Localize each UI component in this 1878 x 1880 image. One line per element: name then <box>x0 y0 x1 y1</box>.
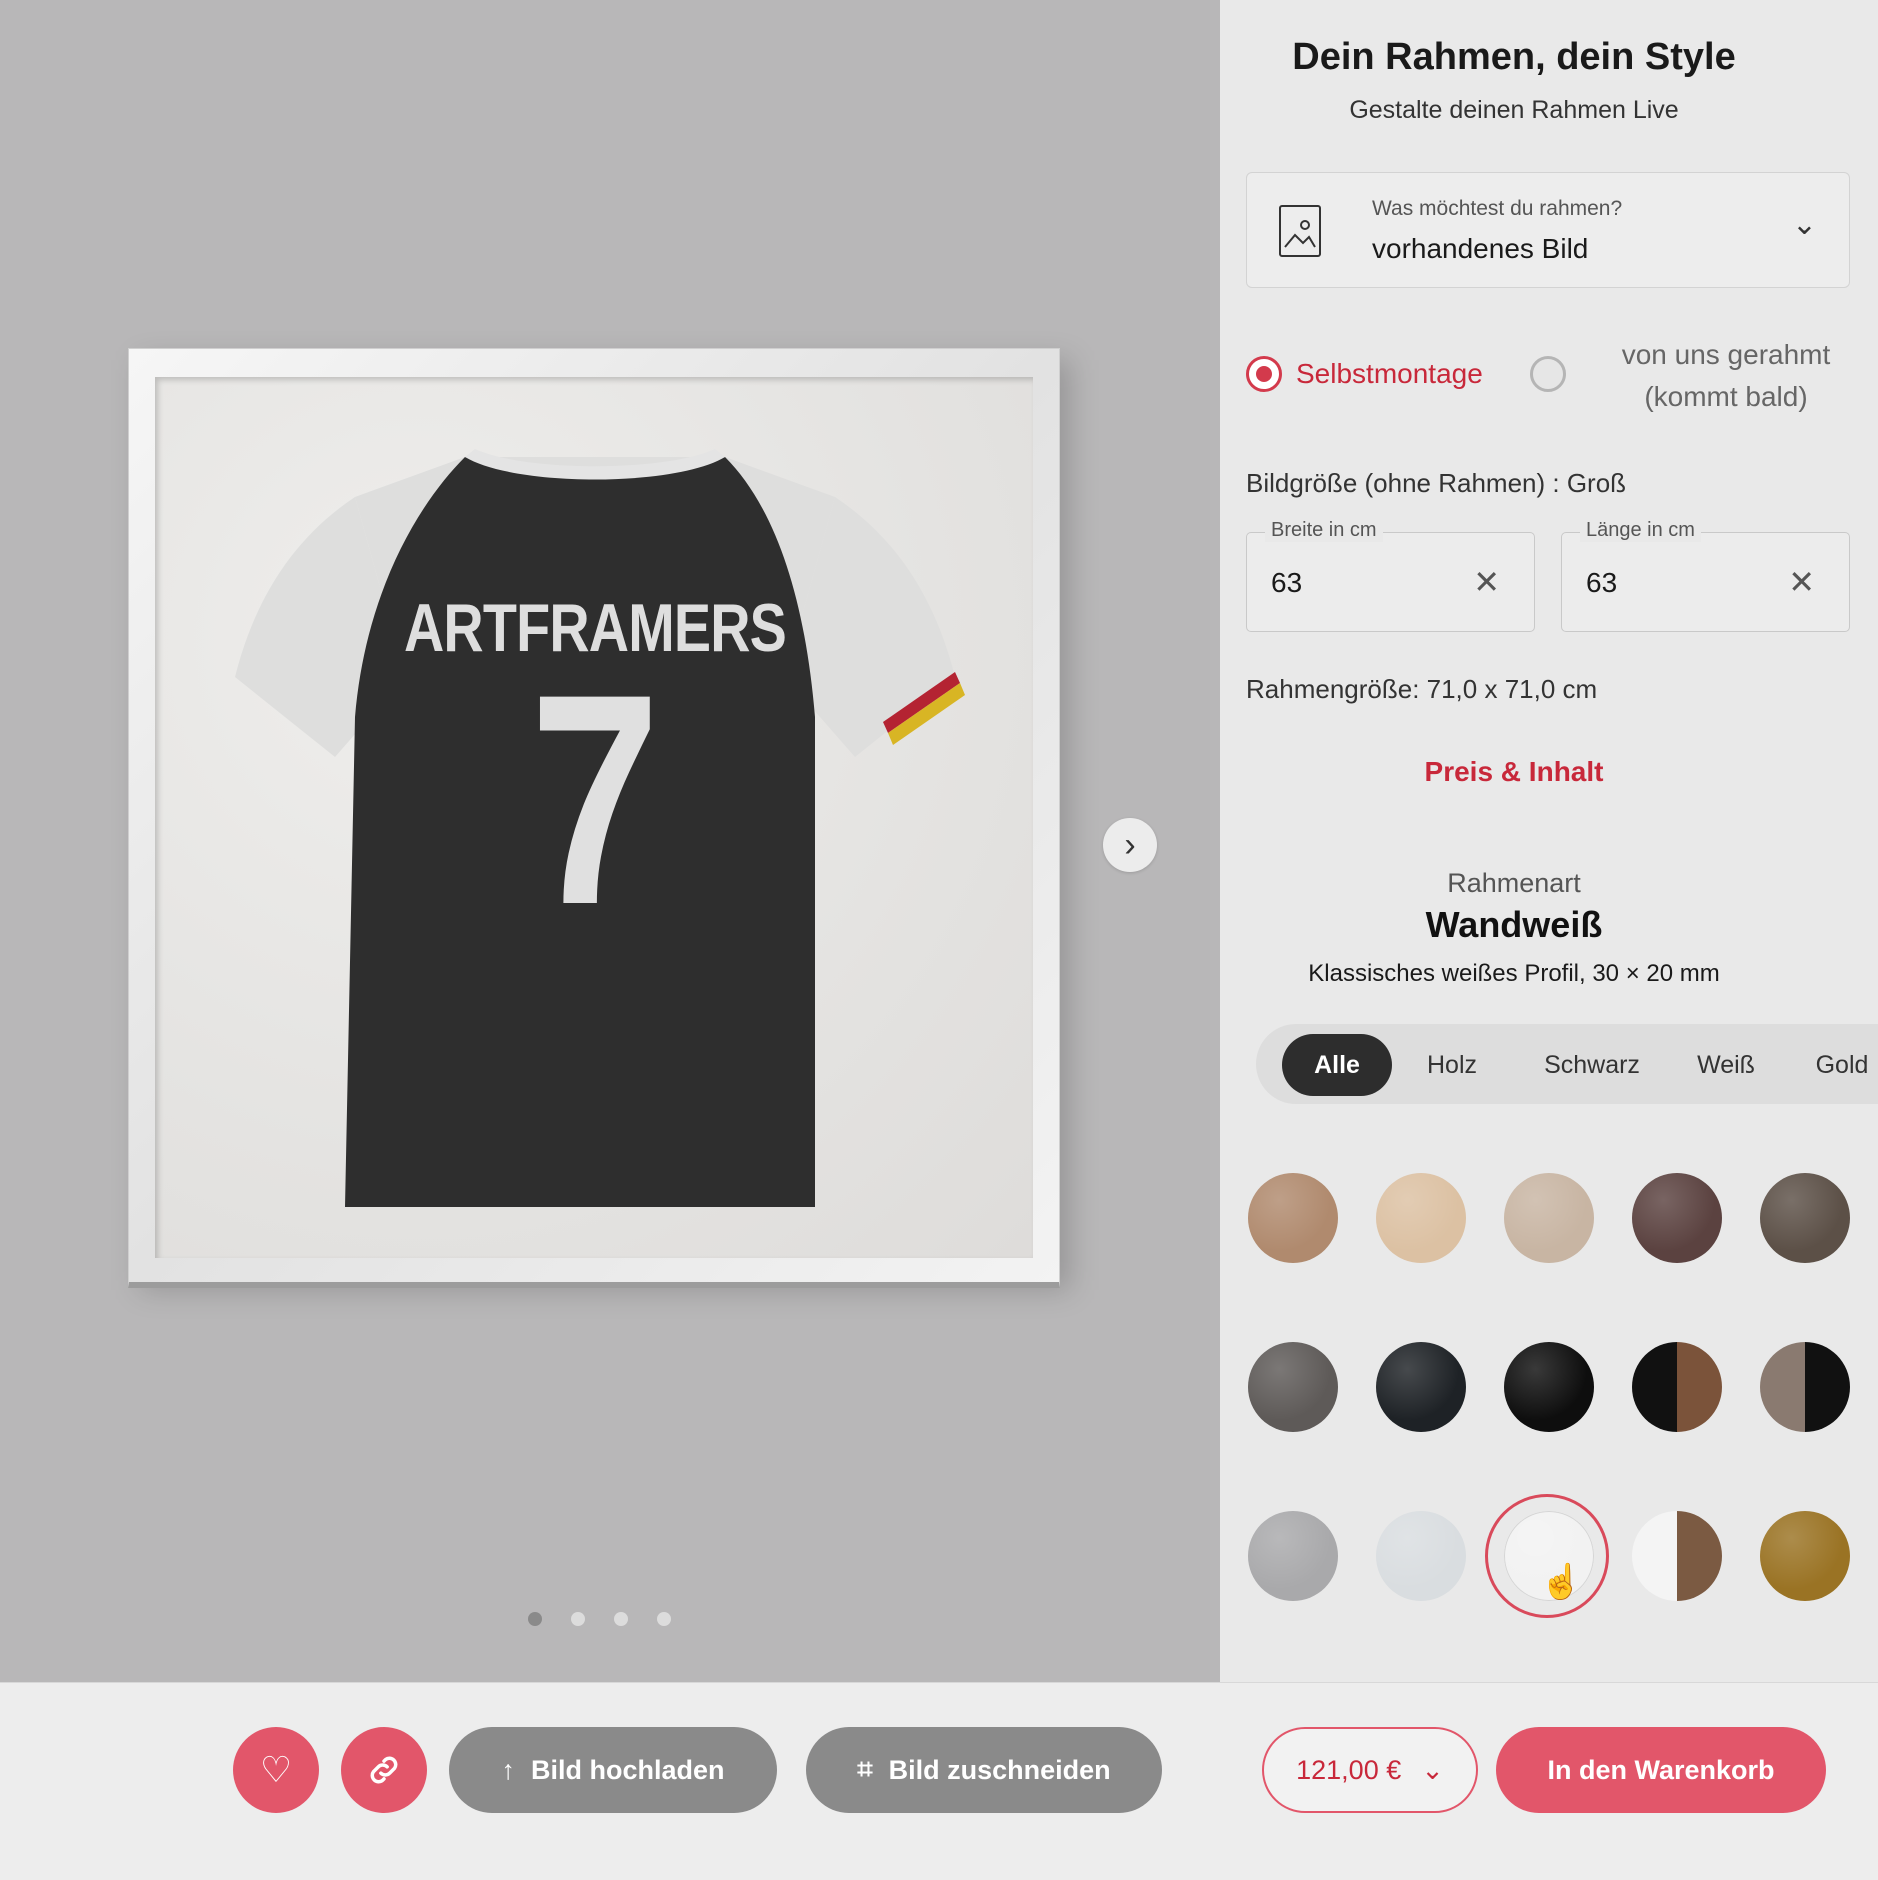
heart-icon: ♡ <box>259 1749 293 1790</box>
next-image-button[interactable]: › <box>1103 818 1157 872</box>
price-dropdown[interactable]: 121,00 € ⌄ <box>1262 1727 1478 1813</box>
frame-color-swatch[interactable] <box>1248 1173 1338 1263</box>
filter-tab-weiss[interactable]: Weiß <box>1678 1034 1774 1096</box>
add-to-cart-button[interactable]: In den Warenkorb <box>1496 1727 1826 1813</box>
filter-tab-alle[interactable]: Alle <box>1282 1034 1392 1096</box>
width-label: Breite in cm <box>1265 519 1383 542</box>
frame-color-swatch[interactable] <box>1632 1173 1722 1263</box>
filter-tab-holz[interactable]: Holz <box>1404 1034 1500 1096</box>
image-size-heading: Bildgröße (ohne Rahmen) : Groß <box>1246 468 1627 498</box>
frame-color-swatch[interactable] <box>1376 1342 1466 1432</box>
frame-color-swatch[interactable] <box>1632 1342 1722 1432</box>
configurator-subtitle: Gestalte deinen Rahmen Live <box>1349 96 1679 124</box>
frame-color-swatch[interactable] <box>1248 1342 1338 1432</box>
frame-color-swatch[interactable] <box>1376 1511 1466 1601</box>
jersey-number-text: 7 <box>529 631 661 967</box>
carousel-dot[interactable] <box>657 1612 671 1626</box>
carousel-dots <box>528 1612 671 1626</box>
length-label: Länge in cm <box>1580 519 1701 542</box>
mounting-self-radio[interactable]: Selbstmontage <box>1246 356 1483 392</box>
frame-style-name: Wandweiß <box>1425 904 1603 945</box>
frame-color-swatch[interactable] <box>1760 1173 1850 1263</box>
frame-color-swatch[interactable] <box>1760 1342 1850 1432</box>
link-icon <box>370 1756 398 1784</box>
frame-style-description: Klassisches weißes Profil, 30 × 20 mm <box>1308 960 1720 987</box>
chevron-down-icon: ⌄ <box>1791 208 1817 241</box>
frame-mat: ARTFRAMERS 7 <box>155 377 1033 1258</box>
frame-type-label: Was möchtest du rahmen? <box>1372 197 1623 220</box>
crop-image-label: Bild zuschneiden <box>888 1754 1111 1785</box>
frame-color-swatch[interactable] <box>1504 1342 1594 1432</box>
length-field[interactable]: Länge in cm 63 ✕ <box>1561 519 1850 632</box>
configurator-title: Dein Rahmen, dein Style <box>1292 36 1736 78</box>
filter-tab-gold[interactable]: Gold <box>1794 1034 1878 1096</box>
clear-icon[interactable]: ✕ <box>1473 563 1500 601</box>
frame-preview: ARTFRAMERS 7 › <box>0 0 1220 1682</box>
carousel-dot[interactable] <box>614 1612 628 1626</box>
length-value[interactable]: 63 <box>1586 567 1617 599</box>
crop-icon: ⌗ <box>857 1754 873 1784</box>
chevron-down-icon: ⌄ <box>1421 1754 1444 1785</box>
radio-circle <box>1530 356 1566 392</box>
arrow-up-icon: ↑ <box>501 1754 515 1785</box>
upload-image-label: Bild hochladen <box>530 1754 725 1785</box>
frame-color-swatch[interactable] <box>1504 1173 1594 1263</box>
favorite-button[interactable]: ♡ <box>233 1727 319 1813</box>
frame-color-swatch[interactable] <box>1760 1511 1850 1601</box>
frame-configurator: Dein Rahmen, dein Style Gestalte deinen … <box>1220 0 1878 1682</box>
frame-size-text: Rahmengröße: 71,0 x 71,0 cm <box>1246 674 1598 704</box>
upload-image-button[interactable]: ↑ Bild hochladen <box>449 1727 777 1813</box>
frame-type-value: vorhandenes Bild <box>1372 233 1589 264</box>
bottom-action-bar: ♡ ↑ Bild hochladen ⌗ Bild zuschneiden 12… <box>0 1682 1878 1880</box>
radio-circle <box>1246 356 1282 392</box>
frame-type-select[interactable]: Was möchtest du rahmen? vorhandenes Bild… <box>1246 172 1850 288</box>
clear-icon[interactable]: ✕ <box>1788 563 1815 601</box>
picture-frame: ARTFRAMERS 7 <box>128 348 1060 1288</box>
image-icon <box>1279 205 1321 257</box>
share-link-button[interactable] <box>341 1727 427 1813</box>
mounting-us-radio[interactable] <box>1530 356 1566 392</box>
frame-color-swatch[interactable] <box>1632 1511 1722 1601</box>
price-content-link[interactable]: Preis & Inhalt <box>1220 756 1808 788</box>
mounting-us-label: von uns gerahmt (kommt bald) <box>1621 339 1831 412</box>
width-value[interactable]: 63 <box>1271 567 1302 599</box>
jersey-image: ARTFRAMERS 7 <box>215 417 975 1237</box>
carousel-dot[interactable] <box>528 1612 542 1626</box>
mounting-self-label: Selbstmontage <box>1296 358 1483 389</box>
carousel-dot[interactable] <box>571 1612 585 1626</box>
crop-image-button[interactable]: ⌗ Bild zuschneiden <box>806 1727 1162 1813</box>
price-value: 121,00 € <box>1296 1754 1402 1785</box>
hand-cursor-icon: ☝ <box>1540 1563 1583 1601</box>
frame-style-label: Rahmenart <box>1447 868 1581 898</box>
frame-color-swatch[interactable] <box>1248 1511 1338 1601</box>
width-field[interactable]: Breite in cm 63 ✕ <box>1246 519 1535 632</box>
frame-filter-tabs: Alle Holz Schwarz Weiß Gold <box>1256 1024 1878 1104</box>
chevron-right-icon: › <box>1124 825 1136 864</box>
filter-tab-schwarz[interactable]: Schwarz <box>1522 1034 1662 1096</box>
frame-color-swatch[interactable] <box>1376 1173 1466 1263</box>
